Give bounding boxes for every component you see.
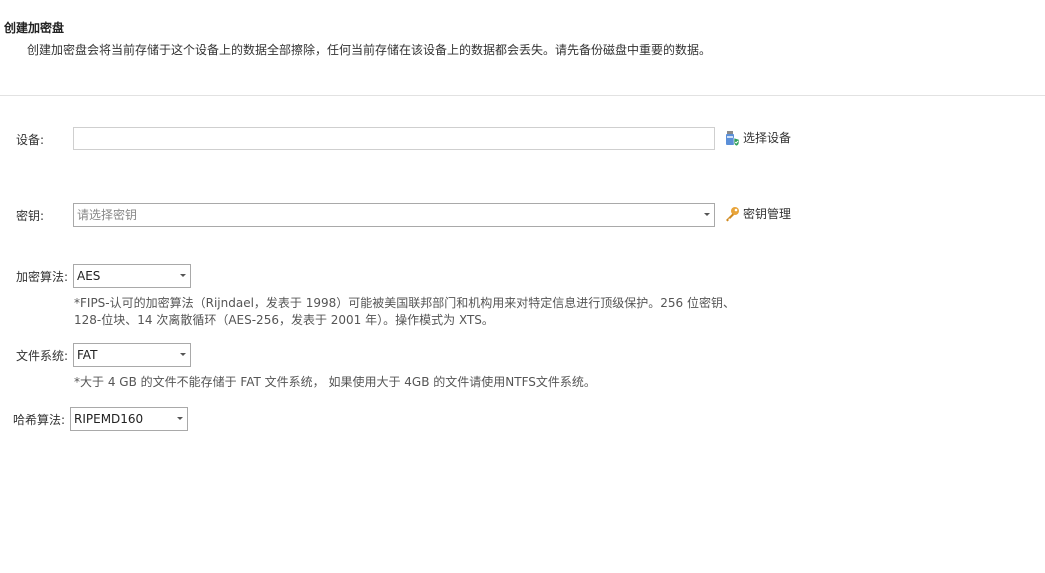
key-label: 密钥: bbox=[16, 209, 45, 223]
key-manage-button[interactable]: 密钥管理 bbox=[724, 205, 791, 222]
hash-select[interactable]: RIPEMD160 bbox=[70, 407, 188, 431]
select-device-button[interactable]: 选择设备 bbox=[724, 129, 791, 146]
page-title: 创建加密盘 bbox=[4, 21, 65, 35]
algorithm-selected-value: AES bbox=[77, 269, 101, 283]
chevron-down-icon bbox=[180, 274, 186, 277]
chevron-down-icon bbox=[704, 213, 710, 216]
algorithm-label: 加密算法: bbox=[16, 270, 69, 284]
filesystem-selected-value: FAT bbox=[77, 348, 98, 362]
filesystem-note: *大于 4 GB 的文件不能存储于 FAT 文件系统， 如果使用大于 4GB 的… bbox=[74, 375, 596, 389]
algorithm-select[interactable]: AES bbox=[73, 264, 191, 288]
hash-selected-value: RIPEMD160 bbox=[74, 412, 144, 426]
key-select[interactable]: 请选择密钥 bbox=[73, 203, 715, 227]
select-device-label: 选择设备 bbox=[743, 131, 792, 145]
key-icon bbox=[724, 206, 740, 222]
filesystem-select[interactable]: FAT bbox=[73, 343, 191, 367]
algorithm-note-line2: 128-位块、14 次离散循环（AES-256，发表于 2001 年）。操作模式… bbox=[74, 313, 494, 327]
key-manage-label: 密钥管理 bbox=[743, 207, 792, 221]
header-divider bbox=[0, 95, 1045, 96]
key-select-placeholder: 请选择密钥 bbox=[77, 208, 138, 222]
chevron-down-icon bbox=[177, 417, 183, 420]
algorithm-note-line1: *FIPS-认可的加密算法（Rijndael，发表于 1998）可能被美国联邦部… bbox=[74, 296, 735, 310]
page-description: 创建加密盘会将当前存储于这个设备上的数据全部擦除，任何当前存储在该设备上的数据都… bbox=[27, 43, 712, 57]
chevron-down-icon bbox=[180, 353, 186, 356]
algorithm-note: *FIPS-认可的加密算法（Rijndael，发表于 1998）可能被美国联邦部… bbox=[74, 295, 735, 329]
device-input[interactable] bbox=[73, 127, 715, 150]
filesystem-label: 文件系统: bbox=[16, 349, 69, 363]
usb-drive-shield-icon bbox=[724, 130, 740, 146]
hash-label: 哈希算法: bbox=[13, 413, 66, 427]
device-label: 设备: bbox=[16, 133, 45, 147]
